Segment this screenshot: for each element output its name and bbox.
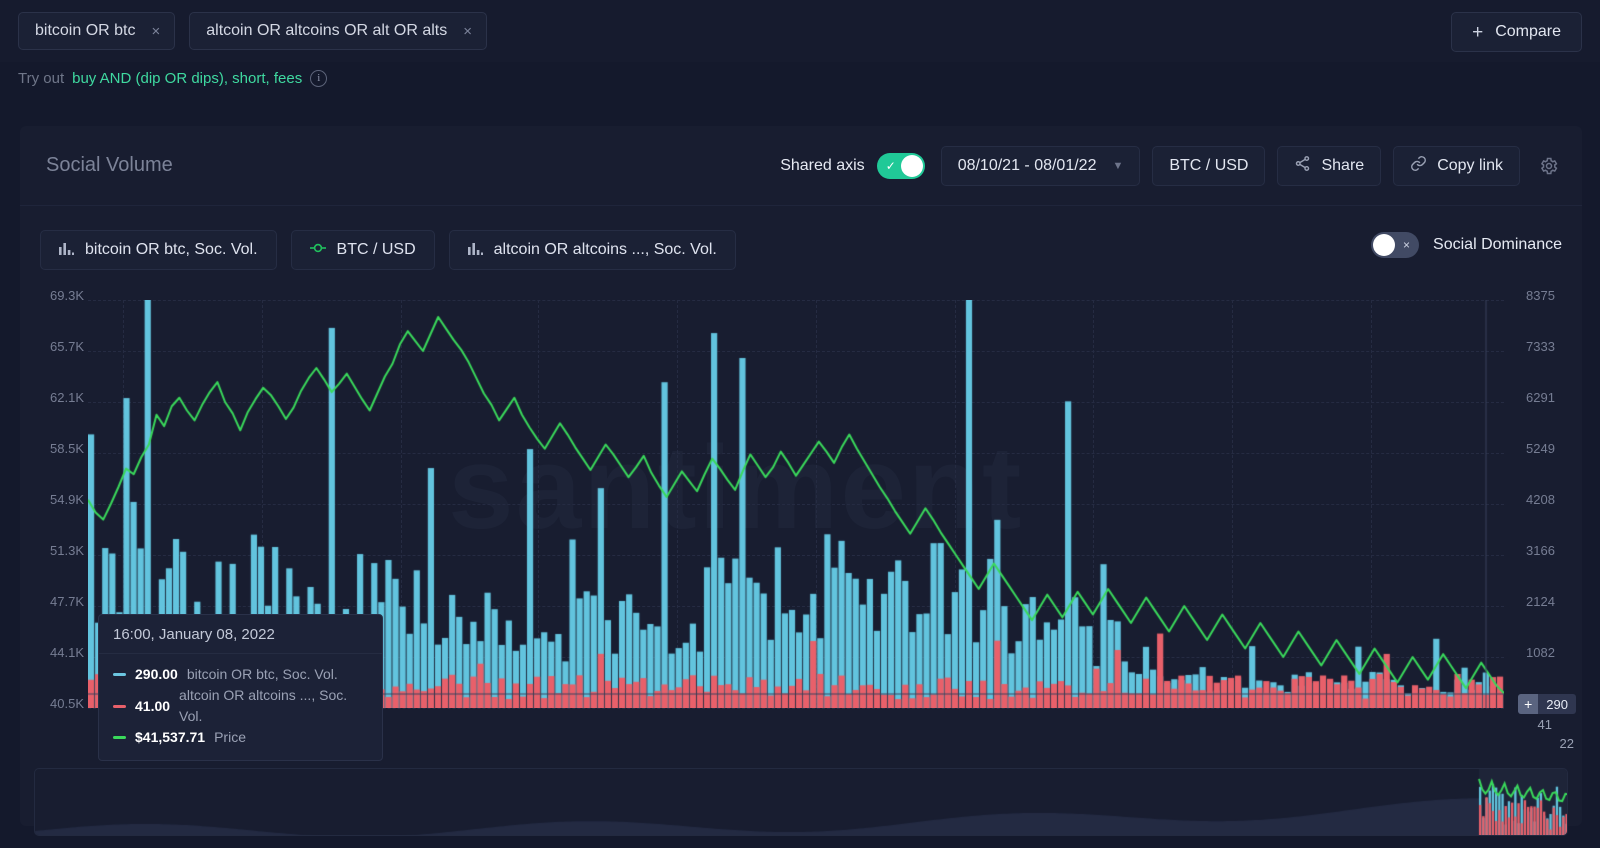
info-icon[interactable]: i: [310, 70, 328, 87]
compare-button-label: Compare: [1495, 23, 1561, 40]
tooltip-value: 41.00: [135, 697, 171, 714]
close-icon: ×: [1403, 238, 1411, 252]
y-axis-right-tick: 5249: [1526, 441, 1555, 456]
y-axis-left-tick: 54.9K: [50, 492, 84, 507]
cursor-secondary-value: 41: [1537, 717, 1552, 732]
asset-label: BTC / USD: [1169, 157, 1249, 174]
line-circle-icon: [309, 240, 326, 261]
plus-icon: +: [1472, 21, 1484, 43]
tryout-hint: Try out buy AND (dip OR dips), short, fe…: [18, 70, 328, 87]
tooltip-row: 41.00 altcoin OR altcoins ..., Soc. Vol.: [113, 685, 368, 727]
cursor-trailing-text: 22: [1559, 736, 1574, 751]
settings-gear-button[interactable]: [1532, 149, 1566, 183]
panel-header: Social Volume Shared axis ✓ 08/10/21 - 0…: [20, 126, 1582, 206]
navigator-canvas: [35, 769, 1567, 835]
tooltip-value: 290.00: [135, 666, 178, 682]
cursor-value: 290: [1546, 696, 1568, 712]
query-tag-altcoin[interactable]: altcoin OR altcoins OR alt OR alts ×: [189, 12, 487, 50]
tooltip-label: bitcoin OR btc, Soc. Vol.: [186, 666, 338, 682]
series-chip-label: BTC / USD: [336, 241, 416, 258]
share-label: Share: [1321, 157, 1365, 174]
query-tag-list: bitcoin OR btc × altcoin OR altcoins OR …: [0, 12, 487, 50]
tooltip-label: Price: [214, 729, 246, 745]
share-icon: [1294, 155, 1311, 177]
y-axis-right-tick: 6291: [1526, 390, 1555, 405]
toggle-knob: [900, 155, 923, 177]
y-axis-left-tick: 51.3K: [50, 543, 84, 558]
series-chip-label: bitcoin OR btc, Soc. Vol.: [85, 241, 258, 258]
y-axis-right-tick: 7333: [1526, 339, 1555, 354]
check-icon: ✓: [885, 159, 896, 173]
tooltip-rows: 290.00 bitcoin OR btc, Soc. Vol. 41.00 a…: [99, 654, 382, 760]
shared-axis-toggle[interactable]: ✓: [876, 153, 925, 179]
y-axis-right-tick: 3166: [1526, 543, 1555, 558]
bar-chart-icon: [467, 241, 483, 260]
query-tag-label: bitcoin OR btc: [35, 22, 136, 39]
page-title: Social Volume: [46, 154, 173, 176]
y-axis-left-tick: 62.1K: [50, 390, 84, 405]
series-chip-altcoin-social-volume[interactable]: altcoin OR altcoins ..., Soc. Vol.: [448, 230, 736, 270]
tooltip-row: 290.00 bitcoin OR btc, Soc. Vol.: [113, 664, 368, 685]
tooltip-timestamp: 16:00, January 08, 2022: [99, 615, 382, 654]
chart-plot-area[interactable]: 69.3K 65.7K 62.1K 58.5K 54.9K 51.3K 47.7K 44.1K…: [20, 288, 1582, 761]
y-axis-right-tick: 1082: [1526, 645, 1555, 660]
range-navigator[interactable]: [34, 768, 1568, 836]
y-axis-left-tick: 40.5K: [50, 696, 84, 711]
social-dominance-control: × Social Dominance: [1371, 232, 1562, 258]
date-range-label: 08/10/21 - 08/01/22: [957, 157, 1097, 174]
y-axis-left-tick: 44.1K: [50, 645, 84, 660]
y-axis-left-tick: 69.3K: [50, 288, 84, 303]
tryout-example-link[interactable]: buy AND (dip OR dips), short, fees: [72, 70, 302, 87]
series-chip-bitcoin-social-volume[interactable]: bitcoin OR btc, Soc. Vol.: [40, 230, 277, 270]
date-range-selector[interactable]: 08/10/21 - 08/01/22 ▼: [940, 146, 1141, 186]
y-axis-right: 8375 7333 6291 5249 4208 3166 2124 1082: [1518, 288, 1580, 716]
copy-link-label: Copy link: [1437, 157, 1503, 174]
social-dominance-label: Social Dominance: [1433, 236, 1562, 253]
y-axis-right-tick: 8375: [1526, 288, 1555, 303]
shared-axis-label: Shared axis: [780, 157, 865, 174]
copy-link-button[interactable]: Copy link: [1393, 146, 1520, 186]
toggle-knob: [1373, 234, 1396, 256]
close-icon[interactable]: ×: [151, 24, 160, 39]
tryout-prefix: Try out: [18, 70, 65, 87]
y-axis-right-tick: 2124: [1526, 594, 1555, 609]
chevron-down-icon: ▼: [1112, 160, 1124, 172]
asset-selector[interactable]: BTC / USD: [1152, 146, 1266, 186]
y-axis-left: 69.3K 65.7K 62.1K 58.5K 54.9K 51.3K 47.7K 44.1K…: [22, 288, 84, 716]
bar-chart-icon: [59, 241, 74, 260]
chart-panel: Social Volume Shared axis ✓ 08/10/21 - 0…: [20, 126, 1582, 826]
query-tag-bitcoin[interactable]: bitcoin OR btc ×: [18, 12, 176, 50]
social-dominance-toggle[interactable]: ×: [1371, 232, 1420, 258]
series-color-swatch: [113, 704, 126, 708]
series-chip-label: altcoin OR altcoins ..., Soc. Vol.: [493, 241, 717, 258]
y-axis-right-tick: 4208: [1526, 492, 1555, 507]
query-tag-label: altcoin OR altcoins OR alt OR alts: [206, 22, 448, 39]
tooltip-row: $41,537.71 Price: [113, 727, 368, 748]
cursor-value-badge: + 290: [1518, 694, 1576, 714]
y-axis-left-tick: 47.7K: [50, 594, 84, 609]
share-button[interactable]: Share: [1277, 146, 1382, 186]
y-axis-left-tick: 58.5K: [50, 441, 84, 456]
close-icon[interactable]: ×: [463, 24, 472, 39]
y-axis-left-tick: 65.7K: [50, 339, 84, 354]
panel-toolbar: Shared axis ✓ 08/10/21 - 08/01/22 ▼ BTC …: [780, 146, 1566, 186]
tooltip-value: $41,537.71: [135, 729, 206, 745]
shared-axis-control: Shared axis ✓: [780, 153, 925, 179]
series-color-swatch: [113, 736, 126, 739]
series-chip-list: bitcoin OR btc, Soc. Vol. BTC / USD altc…: [40, 230, 736, 270]
search-topbar: bitcoin OR btc × altcoin OR altcoins OR …: [0, 0, 1600, 62]
tooltip-label: altcoin OR altcoins ..., Soc. Vol.: [179, 687, 348, 724]
compare-button[interactable]: + Compare: [1451, 12, 1582, 52]
series-color-swatch: [113, 673, 126, 676]
link-icon: [1410, 155, 1427, 177]
series-chip-btc-usd[interactable]: BTC / USD: [290, 230, 435, 270]
plus-icon: +: [1518, 694, 1539, 714]
chart-tooltip: 16:00, January 08, 2022 290.00 bitcoin O…: [98, 614, 383, 761]
